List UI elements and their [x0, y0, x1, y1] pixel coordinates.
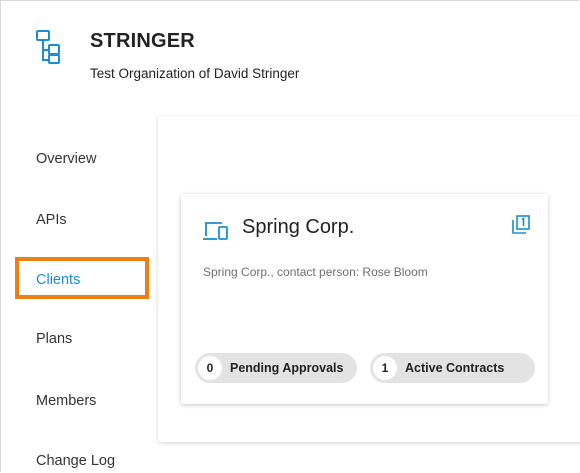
devices-icon — [203, 222, 228, 240]
nav-item-overview[interactable]: Overview — [36, 151, 96, 167]
client-description: Spring Corp., contact person: Rose Bloom — [203, 265, 428, 279]
copy-icon[interactable] — [512, 215, 530, 234]
client-card[interactable]: Spring Corp. Spring Corp., contact perso… — [181, 194, 548, 404]
org-tree-icon — [36, 30, 60, 64]
nav-item-plans[interactable]: Plans — [36, 331, 72, 347]
pending-approvals-chip[interactable]: 0 Pending Approvals — [195, 353, 357, 383]
org-name: STRINGER — [90, 30, 195, 52]
active-contracts-chip[interactable]: 1 Active Contracts — [370, 353, 535, 383]
org-description: Test Organization of David Stringer — [90, 66, 300, 81]
client-name[interactable]: Spring Corp. — [242, 216, 354, 239]
active-nav-highlight — [15, 257, 149, 299]
active-contracts-count: 1 — [373, 356, 397, 380]
pending-approvals-count: 0 — [198, 356, 222, 380]
active-contracts-label: Active Contracts — [405, 361, 505, 375]
nav-item-members[interactable]: Members — [36, 393, 96, 409]
nav-item-apis[interactable]: APIs — [36, 212, 67, 228]
pending-approvals-label: Pending Approvals — [230, 361, 344, 375]
nav-item-change-log[interactable]: Change Log — [36, 453, 115, 469]
